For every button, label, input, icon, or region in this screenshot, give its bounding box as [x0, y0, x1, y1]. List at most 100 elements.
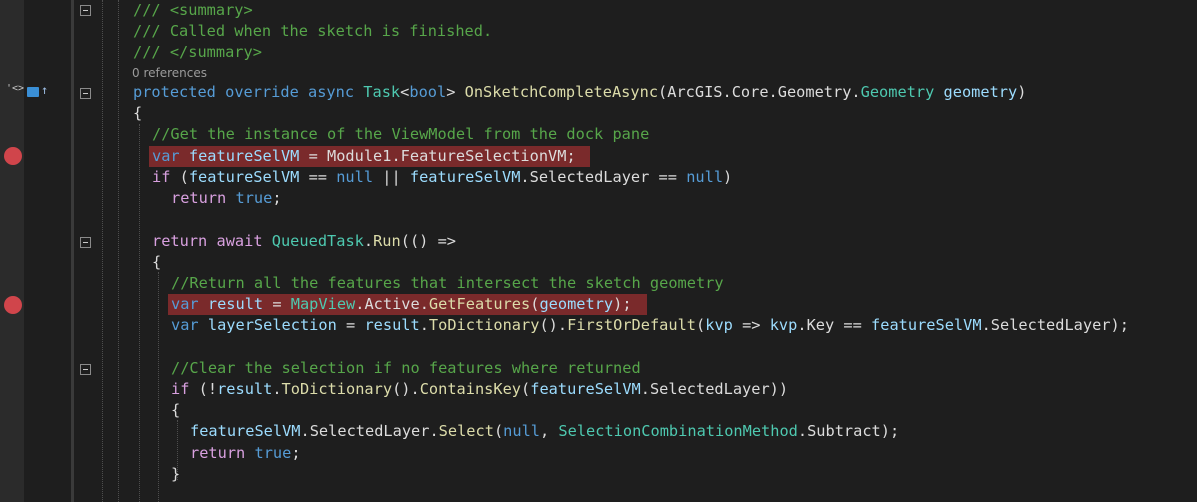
code-token: protected: [133, 83, 216, 101]
code-token: ContainsKey: [419, 380, 522, 398]
breakpoint-icon[interactable]: [4, 296, 22, 314]
code-token: true: [235, 189, 273, 207]
code-token: result: [207, 295, 264, 313]
code-line[interactable]: var result = MapView.Active.GetFeatures(…: [171, 294, 632, 315]
code-token: /// <summary>: [133, 1, 253, 19]
indent-guide: [102, 0, 103, 502]
code-token: =: [336, 316, 365, 334]
code-token: =>: [732, 316, 770, 334]
collapse-comment-button[interactable]: [80, 364, 91, 375]
code-token: featureSelVM: [188, 168, 300, 186]
code-token: //Return all the features that intersect…: [171, 274, 724, 292]
glyph-margin[interactable]: [0, 0, 24, 502]
code-token: (!: [189, 380, 218, 398]
code-line[interactable]: return await QueuedTask.Run(() =>: [152, 231, 456, 252]
code-token: null: [686, 168, 724, 186]
code-token: ||: [373, 168, 410, 186]
code-token: .Subtract);: [797, 422, 900, 440]
code-token: Task: [363, 83, 401, 101]
code-token: geometry: [539, 295, 614, 313]
code-token: if: [171, 380, 190, 398]
code-token: null: [503, 422, 540, 440]
code-line[interactable]: return true;: [171, 188, 282, 209]
code-line[interactable]: //Get the instance of the ViewModel from…: [152, 124, 649, 145]
code-token: ): [1017, 83, 1027, 101]
collapse-method-button[interactable]: [80, 88, 91, 99]
code-token: .Active.: [355, 295, 429, 313]
collapse-summary-button[interactable]: [80, 5, 91, 16]
code-line[interactable]: /// Called when the sketch is finished.: [133, 21, 492, 42]
indent-guide: [139, 124, 140, 502]
code-line[interactable]: if (!result.ToDictionary().ContainsKey(f…: [171, 379, 788, 400]
code-token: await: [216, 232, 263, 250]
code-line[interactable]: featureSelVM.SelectedLayer.Select(null, …: [190, 421, 899, 442]
code-token: =: [263, 295, 291, 313]
code-token: result: [364, 316, 420, 334]
code-token: (: [493, 422, 504, 440]
code-token: >: [446, 83, 465, 101]
code-token: .: [363, 232, 374, 250]
code-token: ToDictionary: [281, 380, 393, 398]
code-line[interactable]: var featureSelVM = Module1.FeatureSelect…: [152, 146, 576, 167]
code-token: var: [171, 316, 199, 334]
code-line[interactable]: /// <summary>: [133, 0, 253, 21]
code-token: ): [723, 168, 733, 186]
code-line[interactable]: protected override async Task<bool> OnSk…: [133, 82, 1026, 103]
code-token: ().: [539, 316, 568, 334]
code-token: ;: [272, 189, 282, 207]
code-token: null: [336, 168, 374, 186]
code-token: /// Called when the sketch is finished.: [133, 22, 493, 40]
method-icon: [27, 87, 39, 97]
code-line[interactable]: }: [171, 464, 180, 485]
code-token: geometry: [943, 83, 1018, 101]
code-token: (: [521, 380, 531, 398]
code-token: <: [400, 83, 410, 101]
code-token: kvp: [705, 316, 733, 334]
code-token: GetFeatures: [428, 295, 531, 313]
code-token: (() =>: [400, 232, 456, 250]
code-line[interactable]: {: [171, 400, 180, 421]
collapse-lambda-button[interactable]: [80, 237, 91, 248]
code-token: OnSketchCompleteAsync: [464, 83, 659, 101]
code-editor[interactable]: '<> ↑ 0 references /// <summary> /// Call…: [0, 0, 1197, 502]
code-token: //Clear the selection if no features whe…: [171, 359, 641, 377]
code-line[interactable]: return true;: [190, 443, 301, 464]
breakpoint-icon[interactable]: [4, 147, 22, 165]
code-token: {: [133, 104, 143, 122]
code-token: .SelectedLayer)): [640, 380, 789, 398]
code-token: return: [171, 189, 227, 207]
code-line[interactable]: //Return all the features that intersect…: [171, 273, 724, 294]
code-line[interactable]: {: [133, 103, 142, 124]
code-token: Select: [438, 422, 494, 440]
code-line[interactable]: //Clear the selection if no features whe…: [171, 358, 641, 379]
code-token: true: [254, 444, 292, 462]
code-token: return: [190, 444, 246, 462]
code-token: /// </summary>: [133, 43, 262, 61]
code-token: ,: [540, 422, 559, 440]
code-token: result: [217, 380, 273, 398]
code-token: (: [170, 168, 189, 186]
code-line[interactable]: /// </summary>: [133, 42, 262, 63]
code-token: layerSelection: [207, 316, 337, 334]
code-line[interactable]: if (featureSelVM == null || featureSelVM…: [152, 167, 732, 188]
references-codelens[interactable]: 0 references: [132, 64, 207, 82]
code-token: .: [272, 380, 282, 398]
code-token: (: [696, 316, 706, 334]
code-token: .SelectedLayer);: [981, 316, 1129, 334]
code-token: featureSelVM: [188, 147, 300, 165]
code-token: var: [152, 147, 180, 165]
code-token: bool: [409, 83, 447, 101]
code-line[interactable]: var layerSelection = result.ToDictionary…: [171, 315, 1129, 336]
code-token: = Module1.FeatureSelectionVM;: [299, 147, 576, 165]
code-token: (ArcGIS.Core.Geometry.: [658, 83, 861, 101]
code-line[interactable]: {: [152, 252, 161, 273]
code-token: SelectionCombinationMethod: [558, 422, 798, 440]
indent-guide: [118, 0, 119, 502]
